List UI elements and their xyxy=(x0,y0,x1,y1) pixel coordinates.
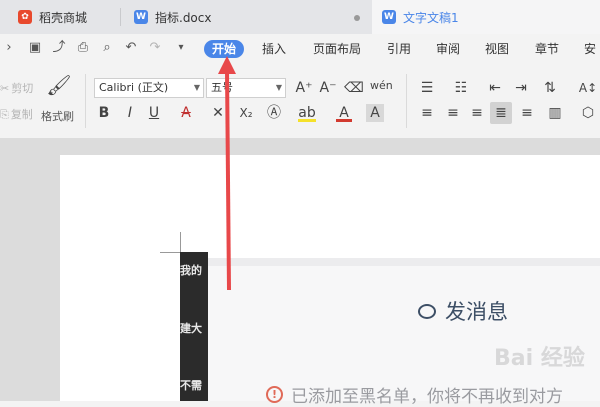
arrow-shaft xyxy=(225,69,231,291)
annotation-arrow xyxy=(218,56,236,291)
arrow-head xyxy=(218,56,236,74)
